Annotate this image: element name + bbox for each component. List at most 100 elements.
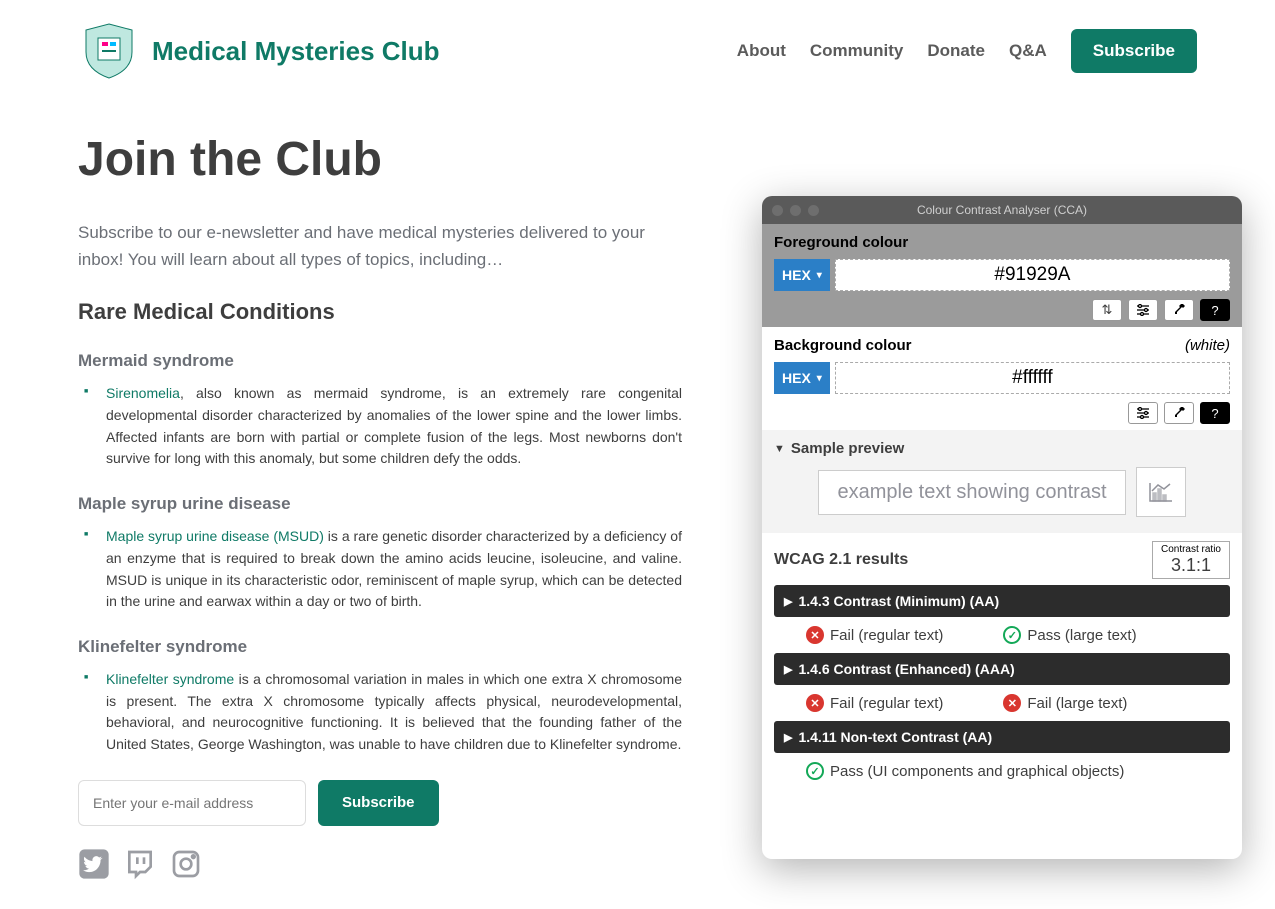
site-header: Medical Mysteries Club About Community D… <box>0 0 1275 102</box>
hex-label: HEX <box>782 267 811 283</box>
cca-window: Colour Contrast Analyser (CCA) Foregroun… <box>762 196 1242 859</box>
social-row <box>78 848 682 880</box>
main-nav: About Community Donate Q&A Subscribe <box>737 29 1197 73</box>
results-title: WCAG 2.1 results <box>774 551 908 569</box>
criterion-detail-2: ✕Fail (regular text) ✕ Fail (large text) <box>762 685 1242 721</box>
results-header: WCAG 2.1 results Contrast ratio 3.1:1 <box>774 541 1230 579</box>
nav-community[interactable]: Community <box>810 41 904 61</box>
chart-icon[interactable] <box>1136 467 1186 517</box>
disclosure-triangle-icon: ▶ <box>784 663 792 676</box>
email-field[interactable] <box>78 780 306 826</box>
background-color-row: HEX ▾ #ffffff <box>774 362 1230 394</box>
background-label: Background colour <box>774 337 912 354</box>
preview-row: example text showing contrast <box>774 467 1230 517</box>
nav-qa[interactable]: Q&A <box>1009 41 1047 61</box>
preview-toggle[interactable]: ▼ Sample preview <box>774 440 1230 457</box>
condition-heading-1: Mermaid syndrome <box>78 351 682 371</box>
cca-titlebar[interactable]: Colour Contrast Analyser (CCA) <box>762 196 1242 224</box>
sliders-button[interactable] <box>1128 402 1158 424</box>
foreground-tools: ⇅ ? <box>774 299 1230 321</box>
condition-link[interactable]: Maple syrup urine disease (MSUD) <box>106 528 324 544</box>
chevron-down-icon: ▾ <box>817 373 822 384</box>
result-text: Pass (large text) <box>1027 627 1136 644</box>
nav-donate[interactable]: Donate <box>927 41 985 61</box>
result-text: Fail (regular text) <box>830 695 943 712</box>
criterion-detail-3: ✓ Pass (UI components and graphical objec… <box>762 753 1242 789</box>
result-item: ✕ Fail (large text) <box>1003 694 1127 712</box>
foreground-section: Foreground colour HEX ▾ #91929A ⇅ ? <box>762 224 1242 327</box>
disclosure-triangle-icon: ▶ <box>784 595 792 608</box>
instagram-icon[interactable] <box>170 848 202 880</box>
foreground-label: Foreground colour <box>774 234 1230 251</box>
logo-icon <box>78 20 140 82</box>
sliders-button[interactable] <box>1128 299 1158 321</box>
disclosure-triangle-icon: ▼ <box>774 443 785 455</box>
criterion-title: 1.4.3 Contrast (Minimum) (AA) <box>798 593 999 609</box>
swap-button[interactable]: ⇅ <box>1092 299 1122 321</box>
background-value-input[interactable]: #ffffff <box>835 362 1230 394</box>
pass-icon: ✓ <box>1003 626 1021 644</box>
condition-text: , also known as mermaid syndrome, is an … <box>106 385 682 466</box>
foreground-format-select[interactable]: HEX ▾ <box>774 259 830 291</box>
preview-section: ▼ Sample preview example text showing co… <box>762 430 1242 533</box>
criterion-title: 1.4.6 Contrast (Enhanced) (AAA) <box>798 661 1014 677</box>
main-content: Join the Club Subscribe to our e-newslet… <box>0 102 760 880</box>
nav-about[interactable]: About <box>737 41 786 61</box>
criterion-detail-1: ✕ Fail (regular text) ✓ Pass (large text) <box>762 617 1242 653</box>
criterion-bar-1[interactable]: ▶ 1.4.3 Contrast (Minimum) (AA) <box>774 585 1230 617</box>
condition-heading-3: Klinefelter syndrome <box>78 637 682 657</box>
result-item: ✕Fail (regular text) <box>806 694 943 712</box>
condition-heading-2: Maple syrup urine disease <box>78 494 682 514</box>
result-item: ✕ Fail (regular text) <box>806 626 943 644</box>
foreground-value-input[interactable]: #91929A <box>835 259 1230 291</box>
hex-label: HEX <box>782 370 811 386</box>
result-text: Fail (regular text) <box>830 627 943 644</box>
background-color-name: (white) <box>1185 337 1230 354</box>
criterion-bar-2[interactable]: ▶ 1.4.6 Contrast (Enhanced) (AAA) <box>774 653 1230 685</box>
brand: Medical Mysteries Club <box>78 20 440 82</box>
list-item: Maple syrup urine disease (MSUD) is a ra… <box>94 526 682 613</box>
intro-text: Subscribe to our e-newsletter and have m… <box>78 219 682 273</box>
fail-icon: ✕ <box>806 626 824 644</box>
condition-list-2: Maple syrup urine disease (MSUD) is a ra… <box>78 526 682 613</box>
pass-icon: ✓ <box>806 762 824 780</box>
ratio-label: Contrast ratio <box>1161 544 1221 555</box>
preview-label: Sample preview <box>791 440 904 457</box>
list-item: Sirenomelia, also known as mermaid syndr… <box>94 383 682 470</box>
help-button[interactable]: ? <box>1200 402 1230 424</box>
result-text: Fail (large text) <box>1027 695 1127 712</box>
subscribe-button[interactable]: Subscribe <box>1071 29 1197 73</box>
background-section: Background colour (white) HEX ▾ #ffffff … <box>762 327 1242 430</box>
fail-icon: ✕ <box>1003 694 1021 712</box>
section-heading: Rare Medical Conditions <box>78 299 682 325</box>
email-subscribe-row: Subscribe <box>78 780 682 826</box>
twitch-icon[interactable] <box>124 848 156 880</box>
background-tools: ? <box>774 402 1230 424</box>
result-text: Pass (UI components and graphical object… <box>830 763 1124 780</box>
email-subscribe-button[interactable]: Subscribe <box>318 780 439 826</box>
criterion-bar-3[interactable]: ▶ 1.4.11 Non-text Contrast (AA) <box>774 721 1230 753</box>
result-item: ✓ Pass (large text) <box>1003 626 1136 644</box>
eyedropper-button[interactable] <box>1164 402 1194 424</box>
twitter-icon[interactable] <box>78 848 110 880</box>
results-section: WCAG 2.1 results Contrast ratio 3.1:1 <box>762 533 1242 579</box>
criterion-title: 1.4.11 Non-text Contrast (AA) <box>798 729 992 745</box>
contrast-ratio-box: Contrast ratio 3.1:1 <box>1152 541 1230 579</box>
condition-list-1: Sirenomelia, also known as mermaid syndr… <box>78 383 682 470</box>
eyedropper-button[interactable] <box>1164 299 1194 321</box>
cca-window-title: Colour Contrast Analyser (CCA) <box>762 203 1242 217</box>
foreground-color-row: HEX ▾ #91929A <box>774 259 1230 291</box>
condition-link[interactable]: Klinefelter syndrome <box>106 671 234 687</box>
background-format-select[interactable]: HEX ▾ <box>774 362 830 394</box>
help-button[interactable]: ? <box>1200 299 1230 321</box>
ratio-value: 3.1:1 <box>1161 555 1221 576</box>
condition-link[interactable]: Sirenomelia <box>106 385 180 401</box>
page-title: Join the Club <box>78 132 682 187</box>
background-label-row: Background colour (white) <box>774 337 1230 354</box>
list-item: Klinefelter syndrome is a chromosomal va… <box>94 669 682 756</box>
chevron-down-icon: ▾ <box>817 270 822 281</box>
disclosure-triangle-icon: ▶ <box>784 731 792 744</box>
preview-text: example text showing contrast <box>818 470 1125 515</box>
condition-list-3: Klinefelter syndrome is a chromosomal va… <box>78 669 682 756</box>
result-item: ✓ Pass (UI components and graphical objec… <box>806 762 1124 780</box>
